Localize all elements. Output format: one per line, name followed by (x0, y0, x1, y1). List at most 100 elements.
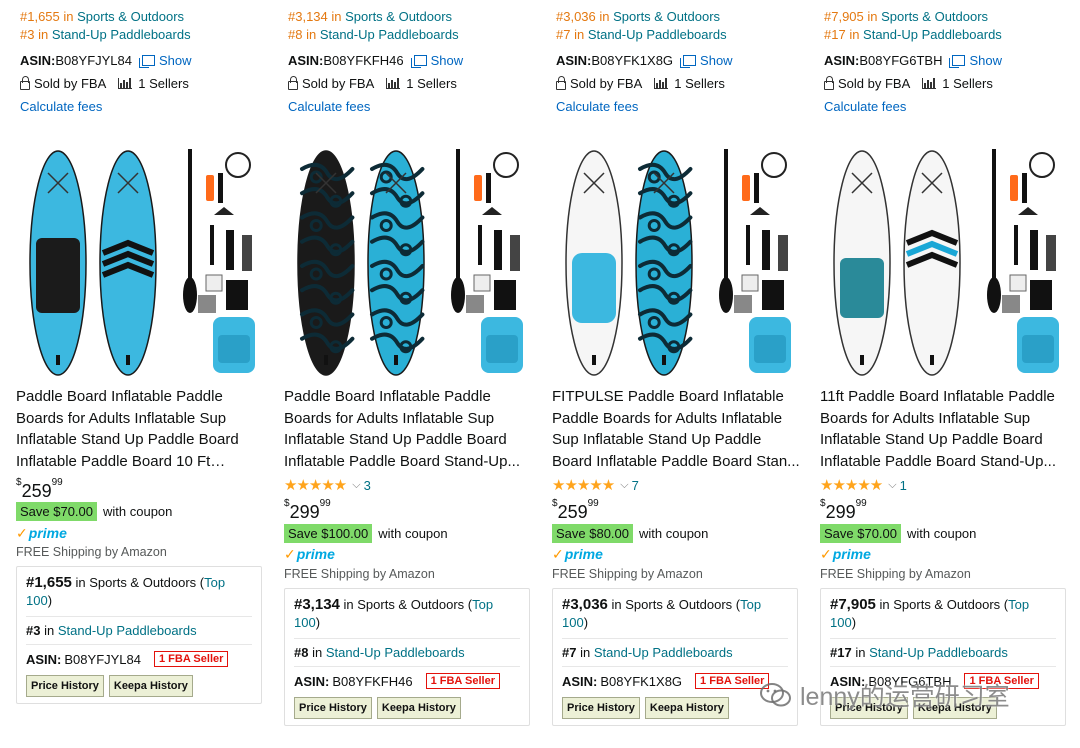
shipping-text: FREE Shipping by Amazon (552, 567, 703, 581)
coupon-badge[interactable]: Save $100.00 (284, 524, 373, 543)
coupon-row: Save $70.00 with coupon (820, 524, 976, 543)
coupon-row: Save $80.00 with coupon (552, 524, 708, 543)
keepa-history-button[interactable]: Keepa History (108, 675, 193, 697)
chevron-down-icon: ⌵ (352, 478, 361, 491)
product-image[interactable] (28, 145, 258, 377)
accessories (183, 149, 255, 373)
category-link[interactable]: Sports & Outdoors (345, 9, 452, 24)
subcategory-link[interactable]: Stand-Up Paddleboards (594, 645, 733, 660)
price-history-button[interactable]: Price History (26, 675, 104, 697)
chevron-down-icon: ⌵ (888, 478, 897, 491)
product-title-link[interactable]: Paddle Board Inflatable Paddle Boards fo… (16, 386, 266, 473)
lock-icon (556, 75, 566, 90)
rating-count[interactable]: 1 (900, 478, 907, 493)
show-button[interactable]: Show (680, 53, 733, 68)
rating-row[interactable]: ★★★★★ ⌵ 3 (284, 476, 371, 494)
accessories (987, 149, 1059, 373)
paddle-board (903, 150, 961, 376)
subcategory-link[interactable]: Stand-Up Paddleboards (58, 623, 197, 638)
product-image[interactable] (296, 145, 526, 377)
coupon-badge[interactable]: Save $70.00 (16, 502, 98, 521)
asin-value: B08YFK1X8G (591, 53, 674, 68)
copy-icon (139, 55, 155, 68)
asin-row: ASIN: B08YFKFH46 Show (288, 53, 464, 68)
fba-seller-badge[interactable]: 1 FBA Seller (425, 673, 500, 689)
copy-icon (680, 55, 697, 68)
asin-value: B08YFJYL84 (55, 53, 132, 68)
paddle-board (833, 150, 891, 376)
product-image[interactable] (564, 145, 794, 377)
wechat-icon (760, 683, 791, 707)
product-title-link[interactable]: Paddle Board Inflatable Paddle Boards fo… (284, 386, 534, 473)
product-title-link[interactable]: FITPULSE Paddle Board Inflatable Paddle … (552, 386, 802, 473)
category-link[interactable]: Sports & Outdoors (77, 9, 184, 24)
subcategory-link[interactable]: Stand-Up Paddleboards (326, 645, 465, 660)
subcategory-link[interactable]: Stand-Up Paddleboards (588, 27, 727, 42)
category-link[interactable]: Sports & Outdoors (613, 9, 720, 24)
watermark: lenny的运营研习室 (760, 677, 1010, 713)
price: $29999 (284, 498, 331, 522)
shipping-text: FREE Shipping by Amazon (820, 567, 971, 581)
subcategory-link[interactable]: Stand-Up Paddleboards (863, 27, 1002, 42)
price: $25999 (552, 498, 599, 522)
prime-logo: ✓prime (16, 525, 67, 541)
coupon-row: Save $100.00 with coupon (284, 524, 448, 543)
rating-row[interactable]: ★★★★★ ⌵ 7 (552, 476, 639, 494)
asin-value: B08YFG6TBH (859, 53, 943, 68)
lock-icon (20, 75, 30, 90)
accessories (719, 149, 791, 373)
subcategory-link[interactable]: Stand-Up Paddleboards (869, 645, 1008, 660)
asin-value: B08YFKFH46 (323, 53, 404, 68)
star-rating-icon: ★★★★★ (552, 477, 615, 494)
paddle-board (565, 150, 623, 376)
shipping-text: FREE Shipping by Amazon (16, 545, 167, 559)
rank-info-box: #1,655 in Sports & Outdoors (Top 100) #3… (16, 566, 262, 704)
price-history-button[interactable]: Price History (294, 697, 372, 719)
coupon-badge[interactable]: Save $80.00 (552, 524, 634, 543)
calculate-fees-link[interactable]: Calculate fees (824, 99, 906, 114)
product-image[interactable] (832, 145, 1062, 377)
asin-row: ASIN: B08YFJYL84 Show (20, 53, 192, 68)
copy-icon (949, 55, 966, 68)
lock-icon (824, 75, 834, 90)
keepa-history-button[interactable]: Keepa History (644, 697, 729, 719)
calculate-fees-link[interactable]: Calculate fees (288, 99, 370, 114)
price: $29999 (820, 498, 867, 522)
rank-info-box: #3,134 in Sports & Outdoors (Top 100) #8… (284, 588, 530, 726)
rating-count[interactable]: 3 (364, 478, 371, 493)
sold-row: Sold by FBA 1 Sellers (20, 75, 189, 91)
subcategory-link[interactable]: Stand-Up Paddleboards (52, 27, 191, 42)
show-button[interactable]: Show (949, 53, 1002, 68)
coupon-row: Save $70.00 with coupon (16, 502, 172, 521)
prime-logo: ✓prime (820, 546, 871, 562)
star-rating-icon: ★★★★★ (820, 477, 883, 494)
coupon-badge[interactable]: Save $70.00 (820, 524, 902, 543)
rank-top-line: #1,655 in Sports & Outdoors (20, 9, 185, 24)
star-rating-icon: ★★★★★ (284, 477, 347, 494)
rank-top-line: #7,905 in Sports & Outdoors (824, 9, 989, 24)
sold-row: Sold by FBA 1 Sellers (288, 75, 457, 91)
fba-seller-badge[interactable]: 1 FBA Seller (695, 673, 770, 689)
paddle-board (367, 150, 425, 376)
calculate-fees-link[interactable]: Calculate fees (20, 99, 102, 114)
paddle-board (635, 150, 693, 376)
subcategory-link[interactable]: Stand-Up Paddleboards (320, 27, 459, 42)
show-button[interactable]: Show (410, 53, 463, 68)
prime-logo: ✓prime (552, 546, 603, 562)
accessories (451, 149, 523, 373)
rating-count[interactable]: 7 (632, 478, 639, 493)
category-link[interactable]: Sports & Outdoors (881, 9, 988, 24)
calculate-fees-link[interactable]: Calculate fees (556, 99, 638, 114)
fba-seller-badge[interactable]: 1 FBA Seller (154, 651, 229, 667)
rating-row[interactable]: ★★★★★ ⌵ 1 (820, 476, 907, 494)
price-history-button[interactable]: Price History (562, 697, 640, 719)
show-button[interactable]: Show (139, 53, 192, 68)
paddle-board (99, 150, 157, 376)
paddle-board (297, 150, 355, 376)
keepa-history-button[interactable]: Keepa History (376, 697, 461, 719)
rank-sub-line: #3 in Stand-Up Paddleboards (20, 27, 191, 42)
sold-row: Sold by FBA 1 Sellers (824, 75, 993, 91)
bar-chart-icon (922, 78, 937, 89)
asin-row: ASIN: B08YFK1X8G Show (556, 53, 733, 68)
product-title-link[interactable]: 11ft Paddle Board Inflatable Paddle Boar… (820, 386, 1070, 473)
